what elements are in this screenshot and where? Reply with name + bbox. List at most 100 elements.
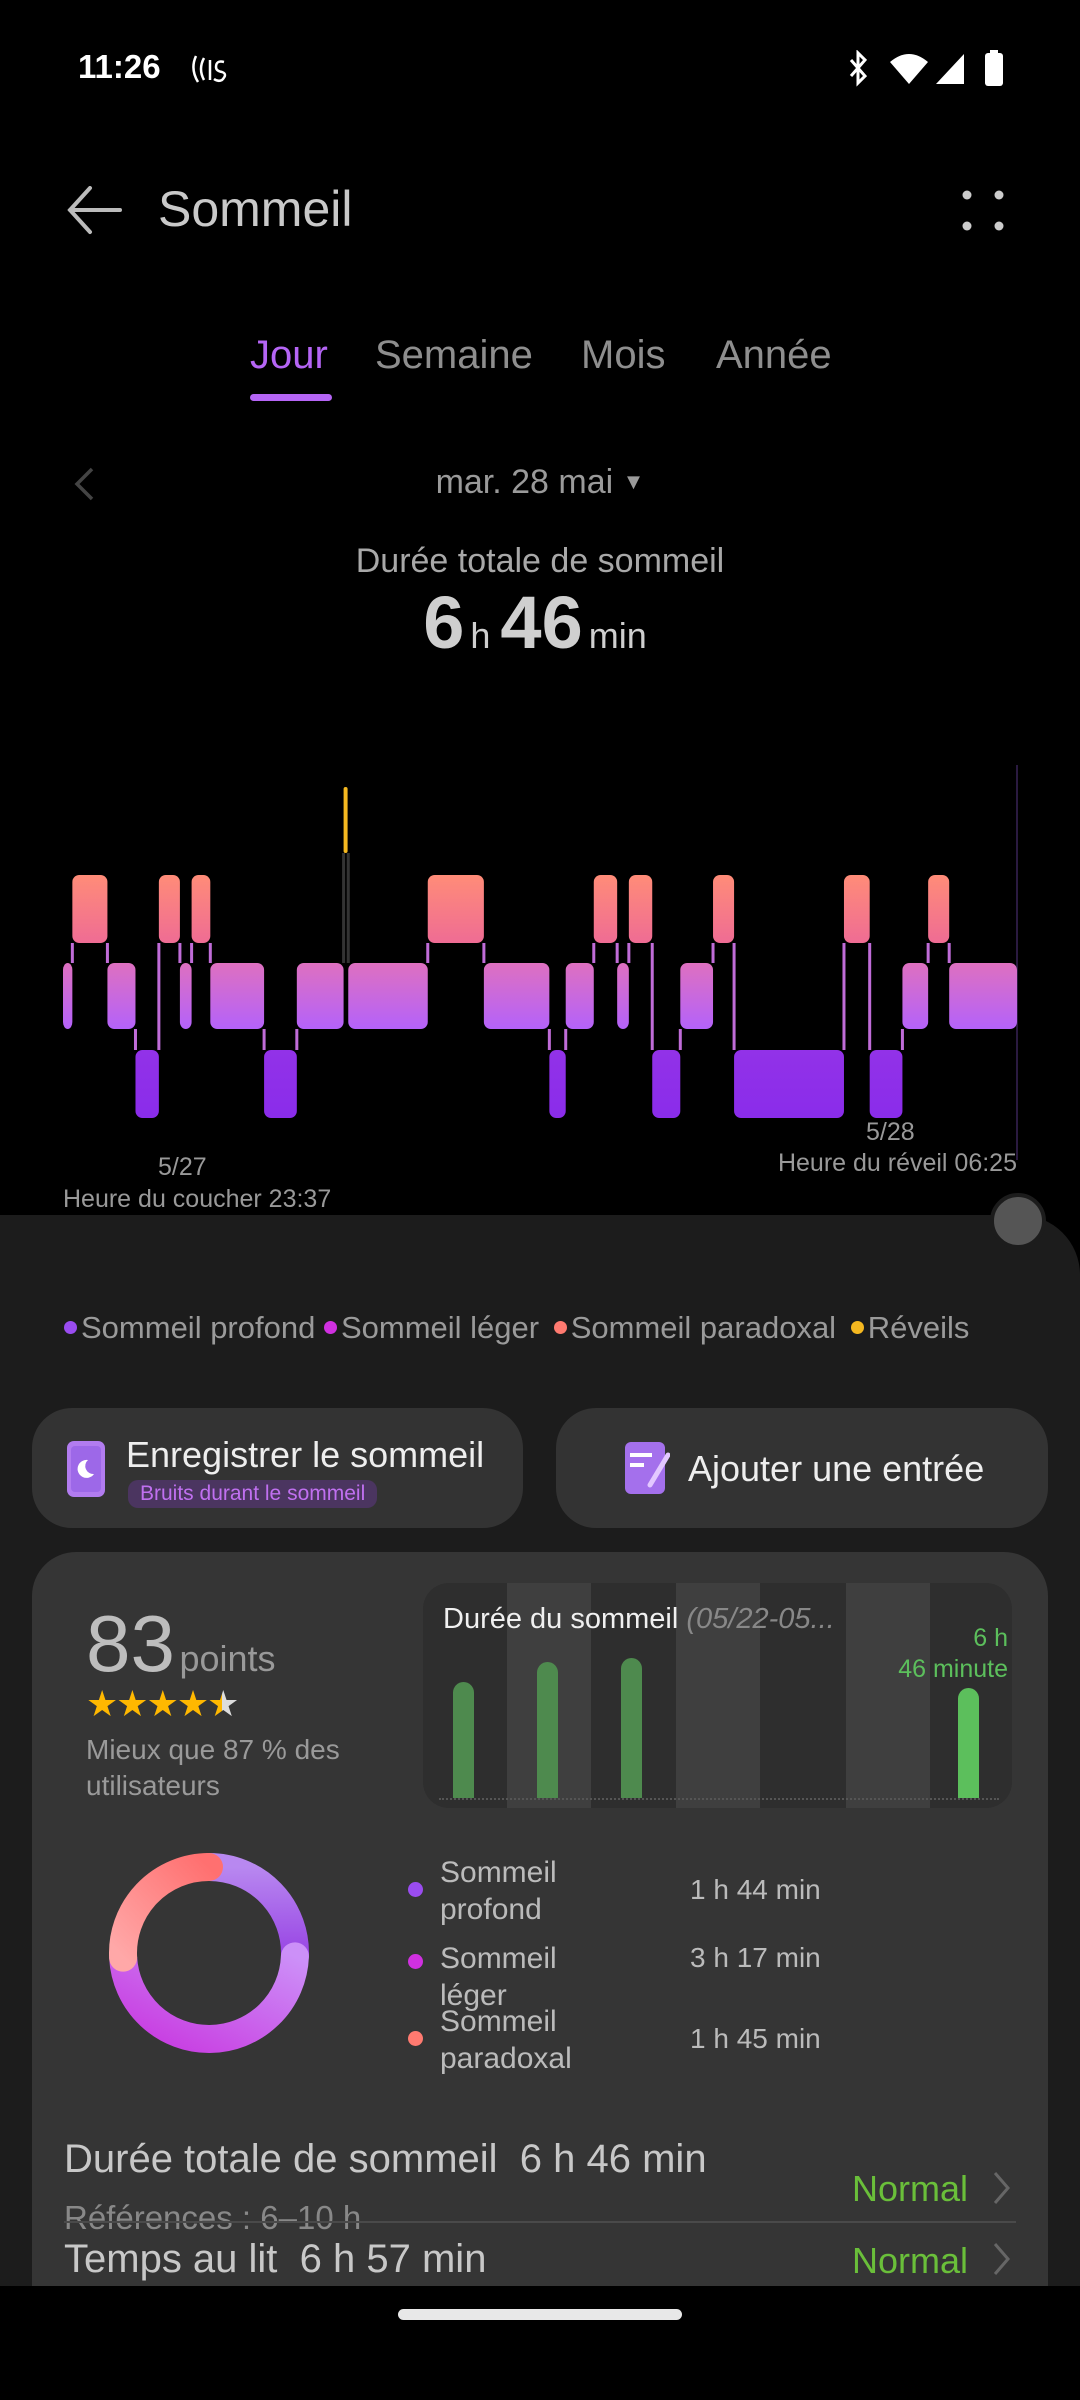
stage-segment-paradoxal: [593, 875, 618, 943]
stage-segment-profond: [734, 1050, 844, 1118]
home-gesture-handle[interactable]: [398, 2309, 682, 2320]
divider: [64, 2221, 1016, 2223]
stage-transition: [650, 943, 654, 1050]
metric-reference: Références : 6–10 h: [64, 2199, 362, 2236]
stage-transition: [262, 1029, 266, 1050]
rem-dot-icon: [553, 1321, 567, 1335]
stage-transition: [342, 853, 346, 963]
stage-value: 3 h 17 min: [690, 1942, 821, 1973]
light-dot-icon: [323, 1321, 337, 1335]
stage-segment-leger: [348, 963, 428, 1029]
stage-dot-icon: [408, 1882, 423, 1897]
chevron-right-icon[interactable]: [992, 2170, 1012, 2206]
navigation-bar: [0, 2286, 1080, 2400]
selected-minutes: 46 minute: [898, 1655, 1008, 1683]
stage-transition: [178, 943, 182, 963]
weekly-duration-chart[interactable]: Durée du sommeil (05/22-05... 6 h 46 minu…: [423, 1583, 1012, 1808]
duration-bar[interactable]: [957, 1688, 979, 1798]
stage-segment-paradoxal: [628, 875, 653, 943]
stage-segment-leger: [565, 963, 594, 1029]
chart-scrub-handle[interactable]: [990, 1193, 1046, 1249]
stage-transition: [900, 1029, 904, 1050]
stage-transition: [547, 1029, 551, 1050]
add-entry-button[interactable]: Ajouter une entrée: [556, 1408, 1048, 1528]
selected-value: 6 h 46 minute: [898, 1623, 1008, 1685]
stage-transition: [346, 853, 350, 963]
stage-transition: [732, 943, 736, 1050]
stage-segment-leger: [949, 963, 1017, 1029]
stage-segment-leger: [179, 963, 192, 1029]
stage-transition: [627, 943, 631, 963]
stage-segment-paradoxal: [191, 875, 211, 943]
star-full-icon: ★: [116, 1683, 148, 1724]
stage-segment-profond: [135, 1050, 159, 1118]
star-rating: ★★★★★: [86, 1683, 239, 1725]
stage-transition: [615, 943, 619, 963]
stage-segment-paradoxal: [72, 875, 108, 943]
metric-total-sleep: Durée totale de sommeil 6 h 46 min: [64, 2137, 707, 2182]
legend-rem: Sommeil paradoxal: [570, 1310, 837, 1345]
stage-transition: [482, 943, 486, 963]
stage-transition: [426, 943, 430, 963]
metric-value: 6 h 57 min: [299, 2237, 487, 2281]
stage-transition: [105, 943, 109, 963]
record-sleep-button[interactable]: Enregistrer le sommeil Bruits durant le …: [32, 1408, 523, 1528]
stage-segment-leger: [483, 963, 550, 1029]
stage-label: Sommeil paradoxal: [440, 2005, 572, 2075]
stage-segment-leger: [296, 963, 344, 1029]
stage-transition: [70, 943, 74, 963]
sleep-noise-badge[interactable]: Bruits durant le sommeil: [128, 1480, 378, 1508]
chevron-right-icon[interactable]: [992, 2241, 1012, 2277]
stage-transition: [678, 1029, 682, 1050]
stage-value: 1 h 44 min: [690, 1874, 821, 1905]
star-full-icon: ★: [176, 1683, 209, 1724]
duration-bar[interactable]: [621, 1657, 643, 1798]
stage-transition: [295, 1029, 299, 1050]
stage-segment-leger: [617, 963, 629, 1029]
metric-value: 6 h 46 min: [519, 2137, 707, 2181]
metric-label: Durée totale de sommeil: [64, 2137, 498, 2181]
stage-segment-profond: [652, 1050, 681, 1118]
stage-segment-reveil: [343, 787, 348, 853]
duration-bar[interactable]: [537, 1661, 559, 1798]
legend-light: Sommeil léger: [340, 1310, 540, 1345]
duration-bar[interactable]: [453, 1682, 474, 1798]
sleep-stage-chart: [63, 765, 1018, 1160]
stage-segment-leger: [107, 963, 136, 1029]
record-sleep-label: Enregistrer le sommeil: [126, 1434, 485, 1475]
stage-transition: [208, 943, 212, 963]
stage-segment-paradoxal: [427, 875, 484, 943]
score-comparison: Mieux que 87 % des utilisateurs: [86, 1734, 340, 1801]
donut-slice-2: [109, 1853, 223, 1972]
stage-segment-profond: [549, 1050, 566, 1118]
chart-range: (05/22-05...: [686, 1603, 835, 1635]
weekly-chart-title: Durée du sommeil (05/22-05...: [443, 1603, 835, 1636]
stage-transition: [133, 1029, 137, 1050]
stage-segment-leger: [680, 963, 714, 1029]
stage-transition: [947, 943, 951, 963]
star-full-icon: ★: [146, 1683, 179, 1724]
stage-segment-paradoxal: [928, 875, 950, 943]
start-date-label: 5/27: [158, 1153, 207, 1181]
sleep-composition-donut: [109, 1853, 309, 2053]
stage-segment-profond: [869, 1050, 903, 1118]
score-value: 83: [86, 1599, 175, 1688]
stage-transition: [868, 943, 872, 1050]
metric-time-in-bed: Temps au lit 6 h 57 min: [64, 2237, 486, 2282]
edit-note-icon: [625, 1442, 670, 1494]
donut-slice-1: [109, 1942, 309, 2053]
legend-awake: Réveils: [867, 1310, 970, 1345]
star-half-icon: ★: [207, 1683, 239, 1724]
stage-transition: [711, 943, 715, 963]
score-unit: points: [179, 1638, 276, 1679]
chart-title: Durée du sommeil: [443, 1603, 679, 1635]
star-full-icon: ★: [86, 1683, 118, 1724]
day-stripe: [846, 1583, 930, 1808]
stage-segment-leger: [210, 963, 265, 1029]
metric-status[interactable]: Normal: [852, 2168, 968, 2210]
chart-legend: Sommeil profond Sommeil léger Sommeil pa…: [64, 1310, 969, 1346]
bedtime-label: Heure du coucher 23:37: [63, 1185, 332, 1213]
metric-status[interactable]: Normal: [852, 2240, 968, 2282]
add-entry-label: Ajouter une entrée: [688, 1448, 985, 1489]
baseline: [439, 1798, 999, 1800]
